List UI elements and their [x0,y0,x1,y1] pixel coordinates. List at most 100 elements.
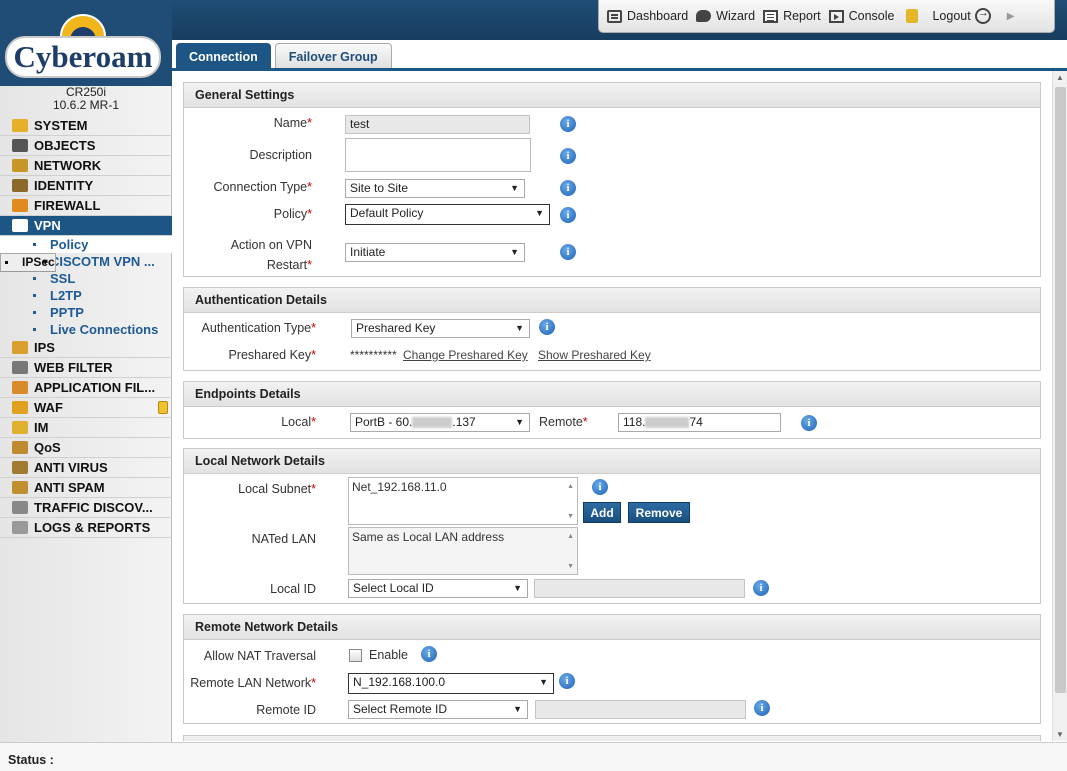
nat-enable-label: Enable [369,648,408,662]
menu-item-identity[interactable]: IDENTITY [0,176,172,196]
scroll-up-icon[interactable]: ▲ [1056,73,1064,82]
menu-item-waf[interactable]: WAF [0,398,172,418]
connection-type-info-icon[interactable]: i [560,180,576,196]
local-id-info-icon[interactable]: i [753,580,769,596]
status-bar: Status : [0,742,1067,771]
remote-id-label: Remote ID [256,703,316,717]
console-icon [828,9,844,23]
description-info-icon[interactable]: i [560,148,576,164]
change-preshared-key-link[interactable]: Change Preshared Key [403,348,528,362]
submenu-item-l2tp[interactable]: L2TP [0,287,172,304]
menu-item-web-filter[interactable]: WEB FILTER [0,358,172,378]
preshared-key-mask: ********** [350,348,397,362]
local-subnet-list[interactable]: Net_192.168.11.0 ▲ ▼ [348,477,578,525]
dashboard-button[interactable]: Dashboard [607,9,688,23]
menu-item-application-filter[interactable]: APPLICATION FIL... [0,378,172,398]
menu-item-firewall[interactable]: FIREWALL [0,196,172,216]
tab-failover-group[interactable]: Failover Group [274,43,392,70]
vertical-scrollbar[interactable]: ▲ ▼ [1052,71,1067,741]
local-subnet-info-icon[interactable]: i [592,479,608,495]
menu-item-system[interactable]: SYSTEM [0,116,172,136]
policy-select[interactable]: Default Policy [345,204,550,225]
show-preshared-key-link[interactable]: Show Preshared Key [538,348,651,362]
menu-item-traffic-discovery[interactable]: TRAFFIC DISCOV... [0,498,172,518]
device-info: CR250i 10.6.2 MR-1 [0,86,172,112]
remote-lan-info-icon[interactable]: i [559,673,575,689]
lock-icon[interactable] [906,9,919,23]
qos-icon [12,441,28,454]
console-button[interactable]: Console [828,9,894,23]
menu-item-ips[interactable]: IPS [0,338,172,358]
wizard-icon [696,10,712,22]
description-label: Description [249,148,312,162]
remote-lan-network-label: Remote LAN Network* [190,676,316,690]
submenu-item-ipsec[interactable]: IPSec [0,253,56,272]
general-settings-header: General Settings [184,83,1040,108]
firewall-icon [12,199,28,212]
authentication-type-info-icon[interactable]: i [539,319,555,335]
description-textarea[interactable] [345,138,531,172]
logout-button[interactable]: Logout [932,7,991,24]
nated-lan-list[interactable]: Same as Local LAN address ▲ ▼ [348,527,578,575]
scrollbar-thumb[interactable] [1055,87,1066,693]
next-section-peek [183,735,1041,741]
action-on-vpn-restart-select[interactable]: Initiate [345,243,525,262]
endpoints-section: Endpoints Details Local* PortB - 60. .137… [183,381,1041,439]
menu-item-anti-virus[interactable]: ANTI VIRUS [0,458,172,478]
local-network-header: Local Network Details [184,449,1040,474]
endpoints-header: Endpoints Details [184,382,1040,407]
action-info-icon[interactable]: i [560,244,576,260]
menu-item-logs-reports[interactable]: LOGS & REPORTS [0,518,172,538]
device-version: 10.6.2 MR-1 [52,98,120,112]
authentication-type-select[interactable]: Preshared Key [351,319,530,338]
name-info-icon[interactable]: i [560,116,576,132]
menu-item-im[interactable]: IM [0,418,172,438]
objects-icon [12,139,28,152]
submenu-item-pptp[interactable]: PPTP [0,304,172,321]
status-label: Status : [8,753,54,767]
remote-id-value-input[interactable] [535,700,746,719]
submenu-item-ssl[interactable]: SSL [0,270,172,287]
general-settings-section: General Settings Name* test i Descriptio… [183,82,1041,277]
nat-traversal-info-icon[interactable]: i [421,646,437,662]
submenu-item-live-connections[interactable]: Live Connections [0,321,172,338]
submenu-item-policy[interactable]: Policy [0,236,172,253]
local-endpoint-select[interactable]: PortB - 60. .137 [350,413,530,432]
application-filter-icon [12,381,28,394]
local-id-label: Local ID [270,582,316,596]
menu-item-vpn[interactable]: VPN [0,216,172,236]
logo-area: Cyberoam [0,0,172,88]
vpn-icon [12,219,28,232]
local-id-select[interactable]: Select Local ID [348,579,528,598]
remote-id-select[interactable]: Select Remote ID [348,700,528,719]
endpoints-info-icon[interactable]: i [801,415,817,431]
connection-type-select[interactable]: Site to Site [345,179,525,198]
local-id-value-input[interactable] [534,579,745,598]
allow-nat-traversal-label: Allow NAT Traversal [203,649,316,663]
im-icon [12,421,28,434]
remote-id-info-icon[interactable]: i [754,700,770,716]
policy-info-icon[interactable]: i [560,207,576,223]
network-icon [12,159,28,172]
scroll-down-icon[interactable]: ▼ [1056,730,1064,739]
menu-item-anti-spam[interactable]: ANTI SPAM [0,478,172,498]
authentication-type-label: Authentication Type* [201,321,316,335]
add-button[interactable]: Add [583,502,621,523]
wizard-button[interactable]: Wizard [696,9,755,23]
local-network-section: Local Network Details Local Subnet* Net_… [183,448,1041,604]
remove-button[interactable]: Remove [628,502,690,523]
authentication-section: Authentication Details Authentication Ty… [183,287,1041,371]
web-filter-icon [12,361,28,374]
top-toolbar: Dashboard Wizard Report Console Logout ▶ [598,0,1055,33]
toolbar-expand-icon[interactable]: ▶ [1007,11,1015,22]
remote-lan-network-select[interactable]: N_192.168.100.0 [348,673,554,694]
remote-network-header: Remote Network Details [184,615,1040,640]
menu-item-qos[interactable]: QoS [0,438,172,458]
remote-endpoint-input[interactable]: 118. 74 [618,413,781,432]
name-input[interactable]: test [345,115,530,134]
menu-item-objects[interactable]: OBJECTS [0,136,172,156]
menu-item-network[interactable]: NETWORK [0,156,172,176]
report-button[interactable]: Report [763,9,821,23]
nat-traversal-checkbox[interactable] [349,649,362,662]
tab-connection[interactable]: Connection [176,43,271,70]
